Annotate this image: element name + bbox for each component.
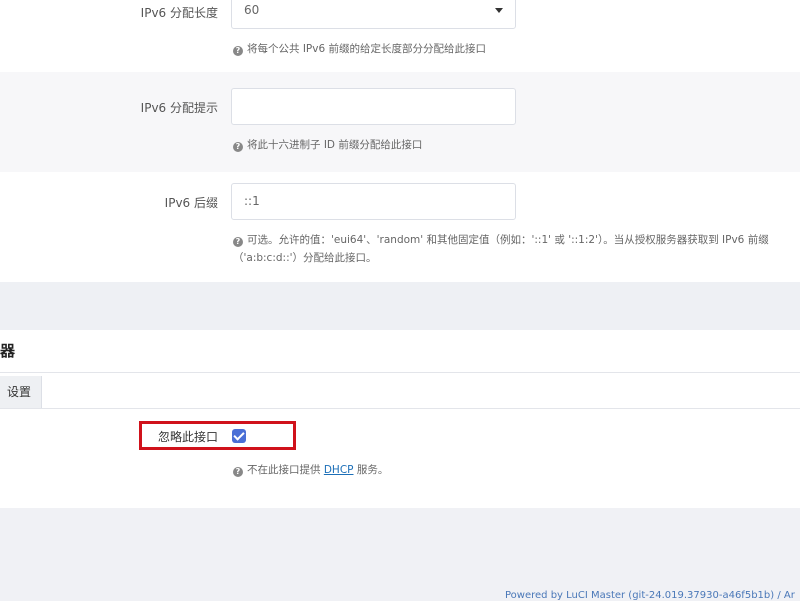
ipv6-assign-length-value: 60 (244, 3, 260, 17)
ipv6-assign-length-select[interactable]: 60 (231, 0, 516, 29)
dhcp-section (0, 330, 800, 508)
ipv6-suffix-hint-line1: 可选。允许的值：'eui64'、'random' 和其他固定值（例如：'::1'… (247, 234, 769, 246)
help-icon: ? (233, 142, 243, 152)
ipv6-suffix-input[interactable]: ::1 (231, 183, 516, 220)
tab-bar-bottom (0, 408, 800, 409)
page-bottom (0, 508, 800, 600)
ipv6-assign-hint-input[interactable] (231, 88, 516, 125)
ignore-interface-hint: ? 不在此接口提供 DHCP 服务。 (233, 461, 388, 479)
ipv6-assign-length-hint-text: 将每个公共 IPv6 前缀的给定长度部分分配给此接口 (247, 43, 486, 55)
ipv6-assign-hint-hint: ? 将此十六进制子 ID 前缀分配给此接口 (233, 136, 422, 154)
ipv6-assign-length-row: IPv6 分配长度 60 ? 将每个公共 IPv6 前缀的给定长度部分分配给此接口 (0, 0, 800, 72)
dhcp-section-title: 器 (0, 342, 16, 360)
chevron-down-icon (495, 8, 503, 13)
ignore-hint-after: 服务。 (356, 464, 389, 476)
tab-bar (0, 372, 800, 373)
ipv6-suffix-row: IPv6 后缀 ::1 ? 可选。允许的值：'eui64'、'random' 和其… (0, 172, 800, 282)
ipv6-suffix-hint: ? 可选。允许的值：'eui64'、'random' 和其他固定值（例如：'::1… (233, 231, 769, 267)
ipv6-assign-length-label: IPv6 分配长度 (140, 6, 218, 20)
section-gap (0, 282, 800, 330)
help-icon: ? (233, 467, 243, 477)
highlight-box (139, 421, 296, 450)
footer-text[interactable]: Powered by LuCI Master (git-24.019.37930… (505, 590, 800, 601)
dhcp-link[interactable]: DHCP (324, 464, 354, 476)
tab-general-settings[interactable]: 设置 (0, 376, 42, 408)
ipv6-suffix-label: IPv6 后缀 (164, 196, 218, 210)
ipv6-assign-hint-row: IPv6 分配提示 ? 将此十六进制子 ID 前缀分配给此接口 (0, 72, 800, 172)
ignore-hint-before: 不在此接口提供 (247, 464, 321, 476)
help-icon: ? (233, 237, 243, 247)
ipv6-assign-length-hint: ? 将每个公共 IPv6 前缀的给定长度部分分配给此接口 (233, 40, 486, 58)
help-icon: ? (233, 46, 243, 56)
ipv6-assign-hint-label: IPv6 分配提示 (140, 101, 218, 115)
ipv6-suffix-hint-line2: （'a:b:c:d::'）分配给此接口。 (233, 252, 377, 264)
ipv6-assign-hint-hint-text: 将此十六进制子 ID 前缀分配给此接口 (247, 139, 423, 151)
